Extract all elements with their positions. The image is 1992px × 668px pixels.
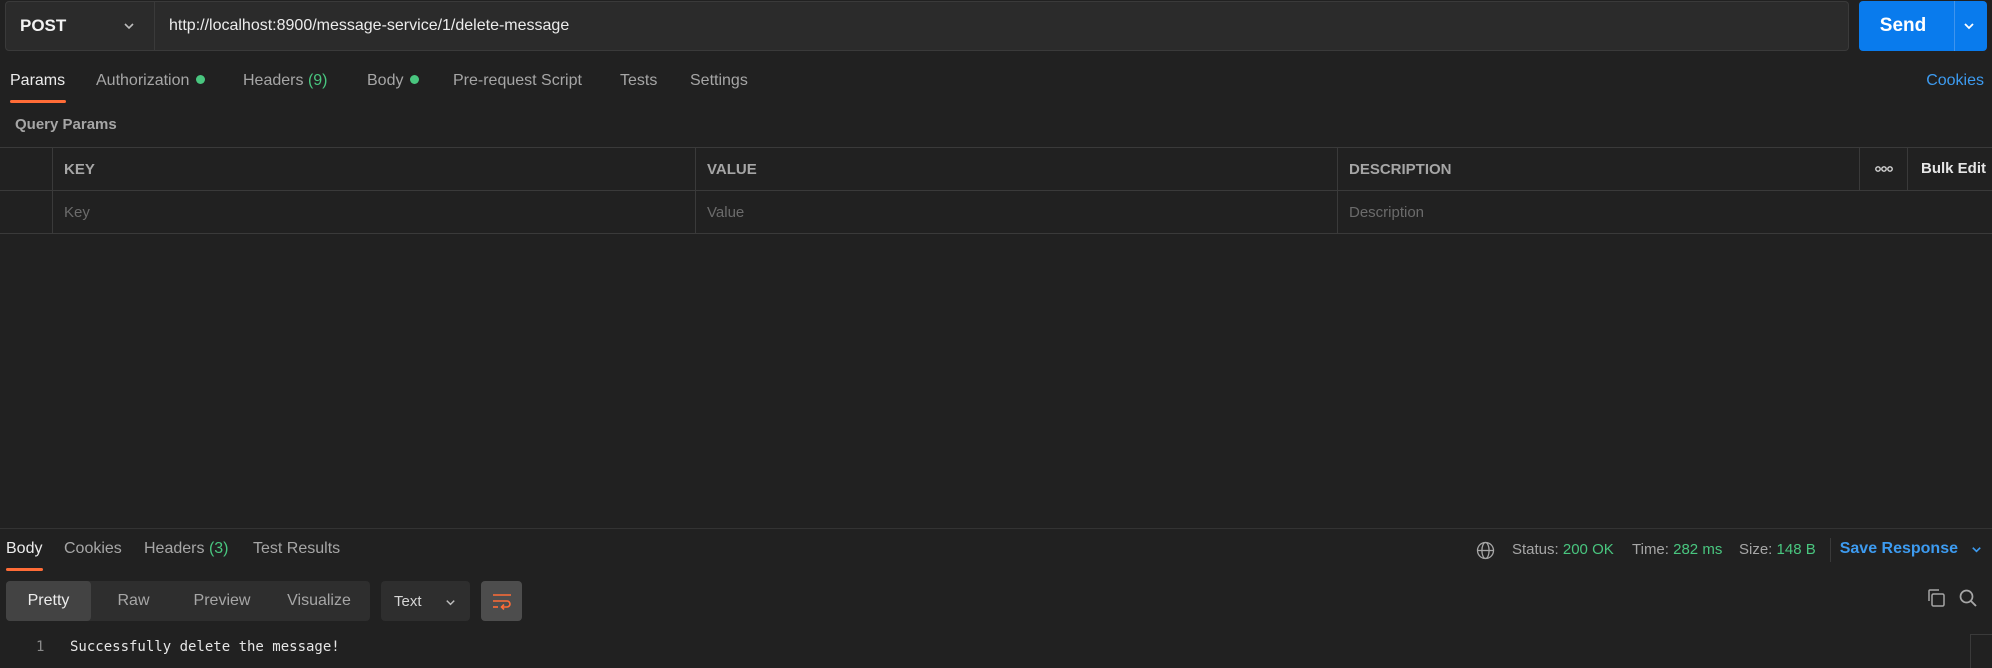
query-params-title: Query Params <box>15 116 117 133</box>
method-label: POST <box>20 16 67 35</box>
key-input[interactable]: Key <box>52 191 695 233</box>
size-value: 148 B <box>1776 541 1816 558</box>
tab-label: Body <box>367 72 404 89</box>
params-table: KEY VALUE DESCRIPTION Bulk Edit Key Valu… <box>0 147 1992 234</box>
response-body-text: Successfully delete the message! <box>70 639 340 655</box>
scrollbar[interactable] <box>1970 634 1992 668</box>
tab-count: (3) <box>208 540 229 557</box>
line-number: 1 <box>36 639 45 655</box>
column-header-key: KEY <box>52 148 695 190</box>
copy-icon[interactable] <box>1926 588 1946 608</box>
send-divider <box>1954 1 1955 51</box>
tab-authorization[interactable]: Authorization <box>96 72 206 90</box>
column-header-description: DESCRIPTION <box>1337 148 1859 190</box>
url-input[interactable]: http://localhost:8900/message-service/1/… <box>155 1 1849 51</box>
tab-label: Test Results <box>253 540 341 557</box>
chevron-down-icon <box>1972 546 1981 552</box>
table-header-row: KEY VALUE DESCRIPTION Bulk Edit <box>0 148 1992 191</box>
response-body[interactable]: 1 Successfully delete the message! <box>0 636 1992 660</box>
tab-pre-request-script[interactable]: Pre-request Script <box>453 72 582 90</box>
response-tab-headers[interactable]: Headers (3) <box>144 540 229 558</box>
tab-label: Headers <box>243 72 304 89</box>
time-value: 282 ms <box>1673 541 1723 558</box>
format-segmented-control: Pretty Raw Preview Visualize <box>6 581 370 621</box>
response-type-select[interactable]: Text <box>381 581 470 621</box>
tab-tests[interactable]: Tests <box>620 72 657 90</box>
chevron-down-icon <box>446 600 455 606</box>
response-type-label: Text <box>394 592 422 610</box>
tab-headers[interactable]: Headers (9) <box>243 72 328 90</box>
status-readout: Status: 200 OK <box>1512 541 1614 558</box>
request-tabs: Params Authorization Headers (9) Body Pr… <box>0 66 1992 104</box>
cookies-link[interactable]: Cookies <box>1926 72 1984 90</box>
request-bar: POST http://localhost:8900/message-servi… <box>0 0 1992 52</box>
status-dot <box>410 75 420 84</box>
tab-count: (9) <box>307 72 328 89</box>
value-input[interactable]: Value <box>695 191 1337 233</box>
tab-body[interactable]: Body <box>367 72 420 90</box>
active-tab-indicator <box>6 568 43 571</box>
size-label: Size: <box>1739 541 1773 558</box>
format-preview[interactable]: Preview <box>176 581 268 621</box>
search-icon[interactable] <box>1958 588 1978 608</box>
chevron-down-icon[interactable] <box>1962 19 1976 33</box>
bulk-edit-button[interactable]: Bulk Edit <box>1921 160 1986 177</box>
send-label: Send <box>1879 15 1927 36</box>
more-horizontal-icon <box>1874 166 1893 172</box>
meta-divider <box>1830 538 1831 562</box>
tab-label: Cookies <box>64 540 122 557</box>
tab-label: Headers <box>144 540 205 557</box>
save-response-button[interactable]: Save Response <box>1840 540 1983 558</box>
more-options-button[interactable] <box>1859 148 1907 190</box>
response-tab-cookies[interactable]: Cookies <box>64 540 122 558</box>
tab-params[interactable]: Params <box>10 72 65 90</box>
tab-label: Settings <box>690 72 748 89</box>
format-raw[interactable]: Raw <box>91 581 176 621</box>
save-response-label: Save Response <box>1839 540 1958 557</box>
table-row: Key Value Description <box>0 191 1992 234</box>
size-readout[interactable]: Size: 148 B <box>1739 541 1816 558</box>
pane-divider[interactable] <box>0 528 1992 529</box>
format-pretty[interactable]: Pretty <box>6 581 91 621</box>
tab-settings[interactable]: Settings <box>690 72 748 90</box>
chevron-down-icon <box>124 23 134 30</box>
status-label: Status: <box>1512 541 1559 558</box>
status-value: 200 OK <box>1562 541 1614 558</box>
response-tab-test-results[interactable]: Test Results <box>253 540 340 558</box>
response-tabs: Body Cookies Headers (3) Test Results St… <box>0 538 1992 574</box>
method-select[interactable]: POST <box>5 1 155 51</box>
format-visualize[interactable]: Visualize <box>268 581 370 621</box>
bulk-edit-cell: Bulk Edit <box>1907 148 1992 190</box>
status-dot <box>196 75 206 84</box>
description-input[interactable]: Description <box>1337 191 1992 233</box>
active-tab-indicator <box>10 100 66 103</box>
globe-icon[interactable] <box>1476 541 1495 560</box>
tab-label: Authorization <box>96 72 190 89</box>
wrap-lines-icon <box>492 594 511 610</box>
tab-label: Tests <box>620 72 658 89</box>
response-tab-body[interactable]: Body <box>6 540 42 558</box>
tab-label: Pre-request Script <box>453 72 582 89</box>
tab-label: Body <box>6 540 43 557</box>
time-label: Time: <box>1632 541 1669 558</box>
wrap-lines-button[interactable] <box>481 581 522 621</box>
tab-label: Params <box>10 72 66 89</box>
column-header-value: VALUE <box>695 148 1337 190</box>
send-button[interactable]: Send <box>1859 1 1987 51</box>
time-readout[interactable]: Time: 282 ms <box>1632 541 1722 558</box>
